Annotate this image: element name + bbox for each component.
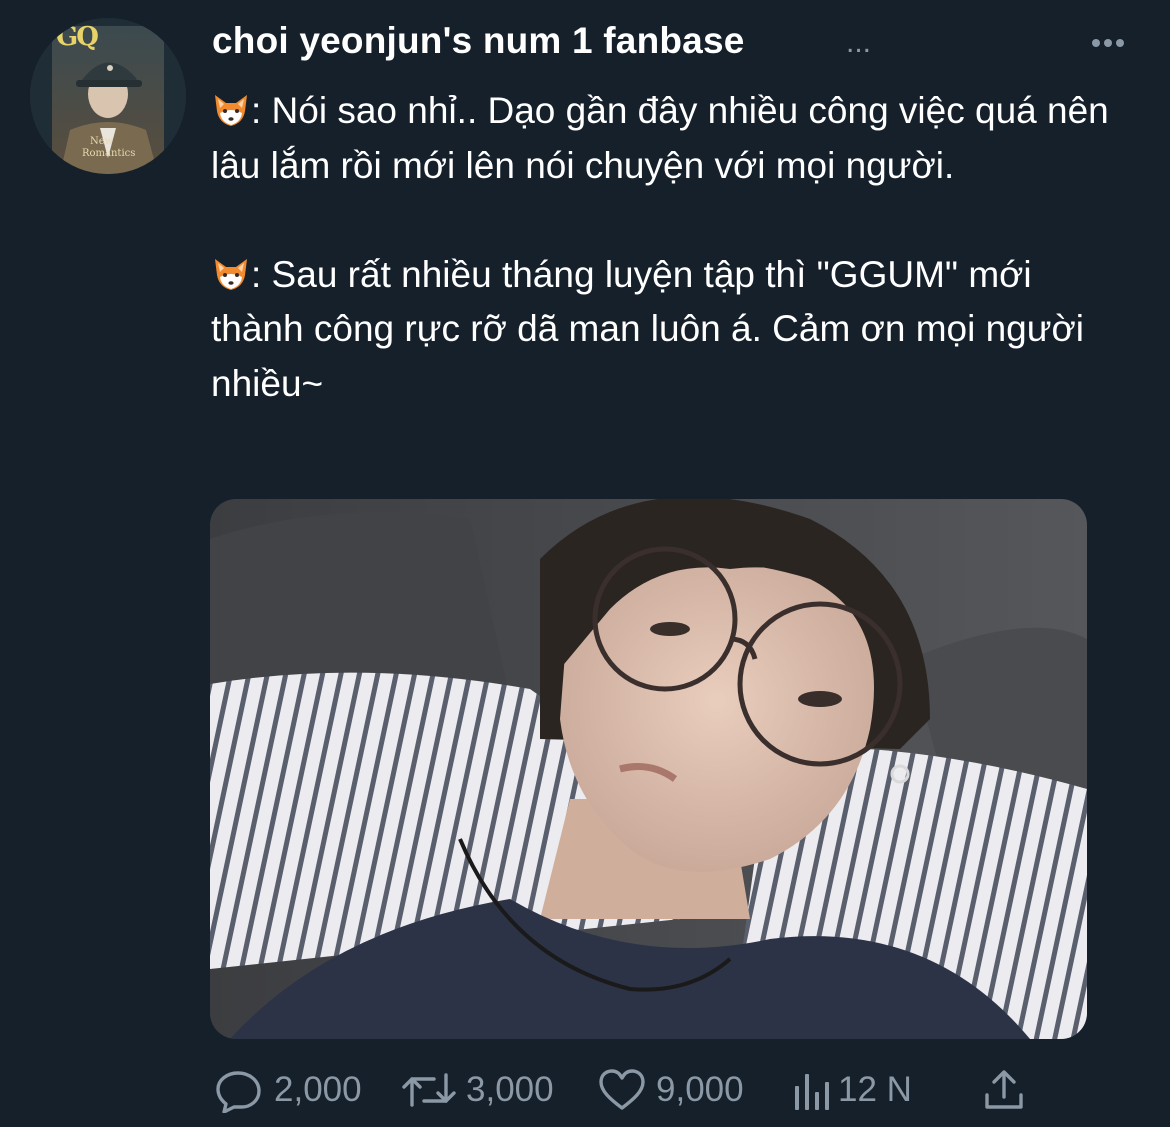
retweet-count: 3,000 xyxy=(466,1070,554,1109)
views-count: 12 N xyxy=(838,1070,912,1109)
tweet-text: : Nói sao nhỉ.. Dạo gần đây nhiều công v… xyxy=(211,84,1131,411)
fox-face-emoji-icon xyxy=(215,258,247,290)
share-button[interactable] xyxy=(982,1060,1026,1120)
author-avatar[interactable]: GQ New Romantics xyxy=(30,18,186,174)
cover-line-1: New xyxy=(90,136,114,147)
more-options-button[interactable] xyxy=(1083,26,1133,60)
retweet-icon xyxy=(402,1073,456,1107)
tweet-action-bar: 2,000 3,000 9,000 12 N xyxy=(210,1060,1040,1120)
magazine-badge: GQ xyxy=(56,22,99,52)
share-icon xyxy=(985,1070,1023,1109)
tweet-photo[interactable] xyxy=(210,499,1087,1039)
author-display-name[interactable]: choi yeonjun's num 1 fanbase xyxy=(212,20,745,62)
more-dots-icon xyxy=(1092,39,1124,47)
reply-icon xyxy=(216,1071,261,1113)
views-icon xyxy=(795,1074,829,1110)
like-button[interactable]: 9,000 xyxy=(598,1060,744,1120)
cover-line-2: Romantics xyxy=(82,148,136,159)
tweet-paragraph-1: : Nói sao nhỉ.. Dạo gần đây nhiều công v… xyxy=(211,84,1131,193)
name-overflow-ellipsis: ... xyxy=(846,26,872,59)
heart-icon xyxy=(599,1069,645,1110)
tweet-paragraph-1-text: : Nói sao nhỉ.. Dạo gần đây nhiều công v… xyxy=(211,90,1109,186)
like-count: 9,000 xyxy=(656,1070,744,1109)
fox-face-emoji-icon xyxy=(215,95,247,126)
tweet-paragraph-2-text: : Sau rất nhiều tháng luyện tập thì "GGU… xyxy=(211,253,1085,404)
retweet-button[interactable]: 3,000 xyxy=(402,1060,554,1120)
views-button[interactable]: 12 N xyxy=(792,1060,912,1120)
reply-count: 2,000 xyxy=(274,1070,362,1109)
reply-button[interactable]: 2,000 xyxy=(214,1060,362,1120)
tweet-paragraph-2: : Sau rất nhiều tháng luyện tập thì "GGU… xyxy=(211,248,1131,412)
